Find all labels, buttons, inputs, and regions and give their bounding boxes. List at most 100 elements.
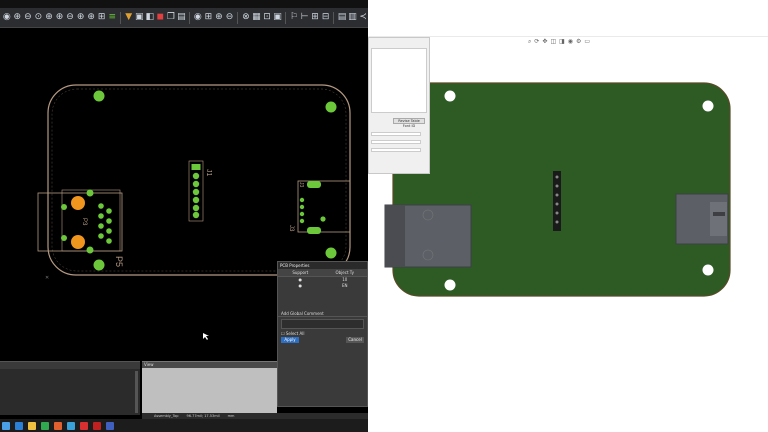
properties-row[interactable]: ● EN xyxy=(278,283,367,289)
app-icon[interactable] xyxy=(41,421,49,430)
column-object-type[interactable]: Object Ty xyxy=(323,269,368,276)
connector-pin xyxy=(320,216,326,222)
zoom-out-icon[interactable]: ⊖ xyxy=(23,12,33,23)
header-pin xyxy=(192,180,200,188)
view-icon[interactable]: ▣ xyxy=(134,12,144,23)
select-icon[interactable]: ⊞ xyxy=(204,12,214,23)
measure-icon[interactable]: ◉ xyxy=(193,12,203,23)
paste-icon[interactable]: ▤ xyxy=(177,12,187,23)
zoom-fit-icon[interactable]: ◉ xyxy=(2,12,12,23)
align-icon[interactable]: ⊞ xyxy=(310,12,320,23)
zoom-in-icon[interactable]: ⊕ xyxy=(13,12,23,23)
route-diff-icon[interactable]: ⊢ xyxy=(300,12,310,23)
header-pin-3d xyxy=(555,202,559,206)
shield-pad xyxy=(71,196,85,210)
pan-icon[interactable]: ⊕ xyxy=(86,12,96,23)
toolbar-separator xyxy=(237,11,239,24)
zoom-selected-icon[interactable]: ⊕ xyxy=(44,12,54,23)
cancel-button[interactable]: Cancel xyxy=(346,337,364,343)
header-pin xyxy=(192,172,200,180)
zoom-prev-icon[interactable]: ⊖ xyxy=(65,12,75,23)
connector-pin xyxy=(61,235,67,241)
3d-icon[interactable]: ◧ xyxy=(145,12,155,23)
toolbar-separator xyxy=(120,11,121,24)
properties-header: Support Object Ty xyxy=(278,269,367,277)
select-all-label: Select All xyxy=(285,331,305,336)
app-icon[interactable] xyxy=(67,421,75,430)
app-icon[interactable] xyxy=(93,421,101,430)
taskbar xyxy=(0,419,368,432)
connector-pin xyxy=(106,208,112,214)
designator-j3: J3 xyxy=(288,225,294,232)
row-value: EN xyxy=(341,283,348,288)
shield-pad xyxy=(71,235,85,249)
connector-pin xyxy=(106,228,112,234)
zoom-board-icon[interactable]: ⊕ xyxy=(55,12,65,23)
app-icon[interactable] xyxy=(28,421,36,430)
snap-icon[interactable]: ⊟ xyxy=(321,12,331,23)
revise-font-button[interactable]: Revise Table Font ID xyxy=(393,118,425,128)
header-pin-3d xyxy=(555,220,559,224)
keepout-outline xyxy=(51,88,347,272)
connector-pin xyxy=(86,189,94,197)
layers-icon[interactable]: ≡ xyxy=(107,12,117,23)
mouse-cursor xyxy=(203,333,209,340)
filter-icon[interactable]: ▼ xyxy=(124,12,134,23)
text-icon[interactable]: ▦ xyxy=(252,12,262,23)
document-icon[interactable]: ▤ xyxy=(337,12,347,23)
designator-j1: J1 xyxy=(205,169,212,177)
zoom-next-icon[interactable]: ⊕ xyxy=(76,12,86,23)
route-icon[interactable]: ⊕ xyxy=(214,12,224,23)
share-icon[interactable]: ≺ xyxy=(358,12,368,23)
connector-pin xyxy=(299,218,305,224)
connector-p3[interactable]: P3 P5 xyxy=(37,189,124,268)
dialog-list[interactable] xyxy=(371,48,427,113)
header-pin xyxy=(191,164,201,170)
app-icon[interactable] xyxy=(106,421,114,430)
connector-pin xyxy=(98,223,104,229)
row-icon: ● xyxy=(298,283,303,288)
toolbar-separator xyxy=(333,11,335,24)
column-support[interactable]: Support xyxy=(278,269,323,276)
dialog-field[interactable] xyxy=(371,148,421,152)
app-icon[interactable] xyxy=(54,421,62,430)
dialog-field[interactable] xyxy=(371,140,421,144)
search-icon[interactable] xyxy=(15,421,23,430)
connector-pin xyxy=(98,213,104,219)
designator-p3: P3 xyxy=(81,218,87,226)
highlight-icon[interactable]: ◼ xyxy=(156,12,166,23)
mounting-hole xyxy=(444,90,456,102)
mounting-hole xyxy=(93,90,105,102)
grid-icon[interactable]: ⊞ xyxy=(97,12,107,23)
via-icon[interactable]: ⊖ xyxy=(225,12,235,23)
settings-icon[interactable]: ⚐ xyxy=(289,12,299,23)
export-icon[interactable]: ▥ xyxy=(348,12,358,23)
start-icon[interactable] xyxy=(2,421,10,430)
dimension-icon[interactable]: ⊡ xyxy=(262,12,272,23)
overlay-dialog: Revise Table Font ID xyxy=(368,37,430,174)
report-icon[interactable]: ▣ xyxy=(273,12,283,23)
connector-pin xyxy=(86,246,94,254)
copy-icon[interactable]: ❐ xyxy=(166,12,176,23)
mounting-hole xyxy=(325,101,337,113)
pad-icon[interactable]: ⊗ xyxy=(241,12,251,23)
board-outline xyxy=(47,84,351,276)
pcb-editor-window: ◉ ⊕ ⊖ ⊙ ⊕ ⊕ ⊖ ⊕ ⊕ ⊞ ≡ ▼ ▣ ◧ ◼ ❐ ▤ ◉ ⊞ ⊕ … xyxy=(0,0,368,432)
header-pin xyxy=(192,196,200,204)
connector-pin xyxy=(299,211,305,217)
messages-panel xyxy=(0,361,140,415)
connector-outline xyxy=(297,180,351,233)
app-icon[interactable] xyxy=(80,421,88,430)
3d-viewer-window: ⌕ ⟳ ✥ ◫ ◨ ◉ ⚙ ▭ Revise Table Font ID xyxy=(368,0,768,432)
header-pin xyxy=(192,188,200,196)
apply-button[interactable]: Apply xyxy=(281,337,299,343)
status-units[interactable]: mm xyxy=(228,414,235,418)
connector-pin xyxy=(98,233,104,239)
header-j1[interactable]: J1 xyxy=(188,160,212,222)
dialog-field[interactable] xyxy=(371,132,421,136)
status-coordinates: 96.77mil; 17.53mil xyxy=(186,414,220,418)
global-comment-input[interactable] xyxy=(281,319,364,329)
scrollbar[interactable] xyxy=(135,371,138,413)
connector-j3[interactable]: J3 J3 xyxy=(288,180,351,234)
zoom-area-icon[interactable]: ⊙ xyxy=(34,12,44,23)
